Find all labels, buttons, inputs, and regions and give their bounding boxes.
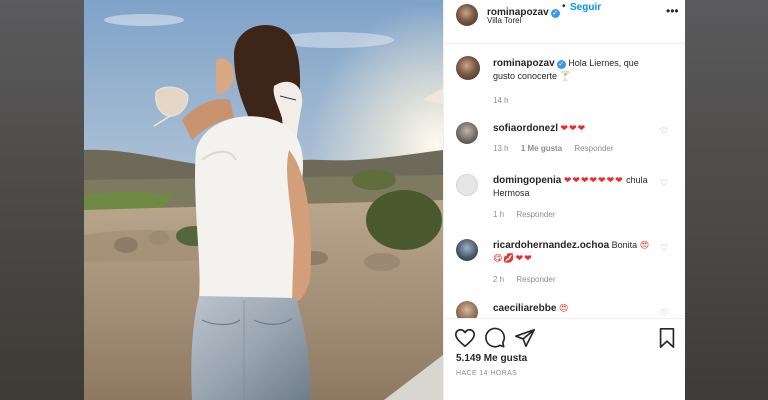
cocktail-emoji: 🍸 (559, 71, 571, 81)
verified-icon: ✓ (550, 9, 560, 18)
verified-icon: ✓ (556, 60, 566, 69)
post-photo-image (84, 0, 443, 400)
commenter-username[interactable]: domingopenia (493, 175, 561, 186)
comment-time[interactable]: 2 h (493, 275, 504, 284)
like-heart-icon[interactable] (454, 327, 476, 349)
caption-avatar[interactable] (456, 56, 480, 80)
commenter-avatar[interactable] (456, 239, 478, 261)
commenter-username[interactable]: sofiaordonezl (493, 123, 558, 134)
commenter-avatar-placeholder[interactable] (456, 174, 478, 196)
reply-button[interactable]: Responder (516, 210, 555, 219)
separator-dot: • (562, 1, 566, 12)
post-timestamp[interactable]: HACE 14 HORAS (456, 370, 517, 377)
post-actions: 5.149 Me gusta HACE 14 HORAS (444, 318, 685, 400)
share-paper-plane-icon[interactable] (514, 327, 536, 349)
comments-list[interactable]: rominapozav ✓ Hola Liernes, que gusto con… (444, 44, 685, 318)
like-comment-icon[interactable]: ♡ (660, 126, 668, 137)
post-photo[interactable] (84, 0, 443, 400)
save-bookmark-icon[interactable] (656, 327, 678, 349)
more-options-icon[interactable]: ••• (666, 4, 679, 18)
reply-button[interactable]: Responder (574, 144, 613, 153)
commenter-username[interactable]: ricardohernandez.ochoa (493, 240, 609, 251)
comment-meta: 1 h Responder (493, 210, 566, 219)
post-modal: rominapozav ✓ • Seguir Villa Torel ••• ro… (84, 0, 685, 400)
comment-meta: 13 h 1 Me gusta Responder (493, 144, 624, 153)
like-count[interactable]: 5.149 Me gusta (456, 353, 527, 364)
comment-time[interactable]: 1 h (493, 210, 504, 219)
backdrop-right (685, 0, 768, 400)
caption-time[interactable]: 14 h (493, 96, 509, 105)
commenter-avatar[interactable] (456, 301, 478, 318)
comment-bubble-icon[interactable] (484, 327, 506, 349)
comment-meta: 2 h Responder (493, 275, 566, 284)
post-header: rominapozav ✓ • Seguir Villa Torel ••• (444, 0, 685, 44)
comment-time[interactable]: 13 h (493, 144, 509, 153)
comment-text: ❤❤❤ (560, 123, 587, 133)
commenter-username[interactable]: caeciliarebbe (493, 303, 556, 314)
like-comment-icon[interactable]: ♡ (660, 243, 668, 254)
reply-button[interactable]: Responder (516, 275, 555, 284)
follow-button[interactable]: Seguir (570, 2, 601, 13)
comment-emojis: 😍 (558, 303, 570, 313)
caption-username[interactable]: rominapozav (493, 58, 555, 69)
backdrop-left (0, 0, 84, 400)
caption-meta: 14 h (493, 96, 519, 105)
comment-text: Bonita (611, 240, 638, 250)
commenter-avatar[interactable] (456, 122, 478, 144)
author-avatar[interactable] (456, 4, 478, 26)
post-location[interactable]: Villa Torel (487, 16, 521, 25)
comments-panel: rominapozav ✓ • Seguir Villa Torel ••• ro… (443, 0, 685, 400)
comment-likes[interactable]: 1 Me gusta (521, 144, 562, 153)
like-comment-icon[interactable]: ♡ (660, 308, 668, 318)
like-comment-icon[interactable]: ♡ (660, 178, 668, 189)
comment-hearts: ❤❤❤❤❤❤❤ (563, 175, 624, 185)
caption-text: rominapozav ✓ Hola Liernes, que gusto con… (493, 57, 651, 83)
